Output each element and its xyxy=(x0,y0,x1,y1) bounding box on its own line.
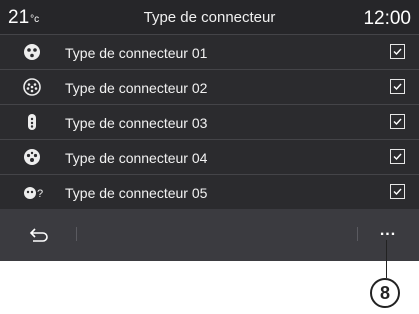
divider xyxy=(357,227,358,241)
list-item[interactable]: Type de connecteur 02 xyxy=(0,70,419,105)
connector-type-01-icon xyxy=(23,43,41,61)
callout-number: 8 xyxy=(370,278,400,308)
list-item[interactable]: Type de connecteur 04 xyxy=(0,140,419,175)
divider xyxy=(76,227,77,241)
list-item-label: Type de connecteur 04 xyxy=(65,150,208,166)
svg-text:?: ? xyxy=(37,188,43,200)
callout-line xyxy=(386,240,387,278)
checkbox[interactable] xyxy=(390,149,405,164)
list-item-label: Type de connecteur 02 xyxy=(65,80,208,96)
bottom-bar: ... xyxy=(0,209,419,261)
checkbox[interactable] xyxy=(390,79,405,94)
checkbox[interactable] xyxy=(390,184,405,199)
clock: 12:00 xyxy=(363,8,411,29)
connector-type-03-icon xyxy=(23,113,41,131)
list-item[interactable]: Type de connecteur 03 xyxy=(0,105,419,140)
connector-unknown-icon: ? xyxy=(23,183,43,201)
checkbox[interactable] xyxy=(390,44,405,59)
list-item-label: Type de connecteur 01 xyxy=(65,45,208,61)
connector-type-02-icon xyxy=(23,78,41,96)
list-item-label: Type de connecteur 05 xyxy=(65,185,208,201)
list-item[interactable]: ? Type de connecteur 05 xyxy=(0,175,419,210)
back-button[interactable] xyxy=(28,225,52,245)
connector-list: Type de connecteur 01 Type de connecteur… xyxy=(0,35,419,210)
back-icon xyxy=(29,228,48,242)
screen: 21°c Type de connecteur 12:00 Type de co… xyxy=(0,0,419,261)
status-bar: 21°c Type de connecteur 12:00 xyxy=(0,0,419,35)
page-title: Type de connecteur xyxy=(143,9,276,26)
checkbox[interactable] xyxy=(390,114,405,129)
more-options-button[interactable]: ... xyxy=(373,222,403,246)
connector-type-04-icon xyxy=(23,148,41,166)
list-item-label: Type de connecteur 03 xyxy=(65,115,208,131)
list-item[interactable]: Type de connecteur 01 xyxy=(0,35,419,70)
